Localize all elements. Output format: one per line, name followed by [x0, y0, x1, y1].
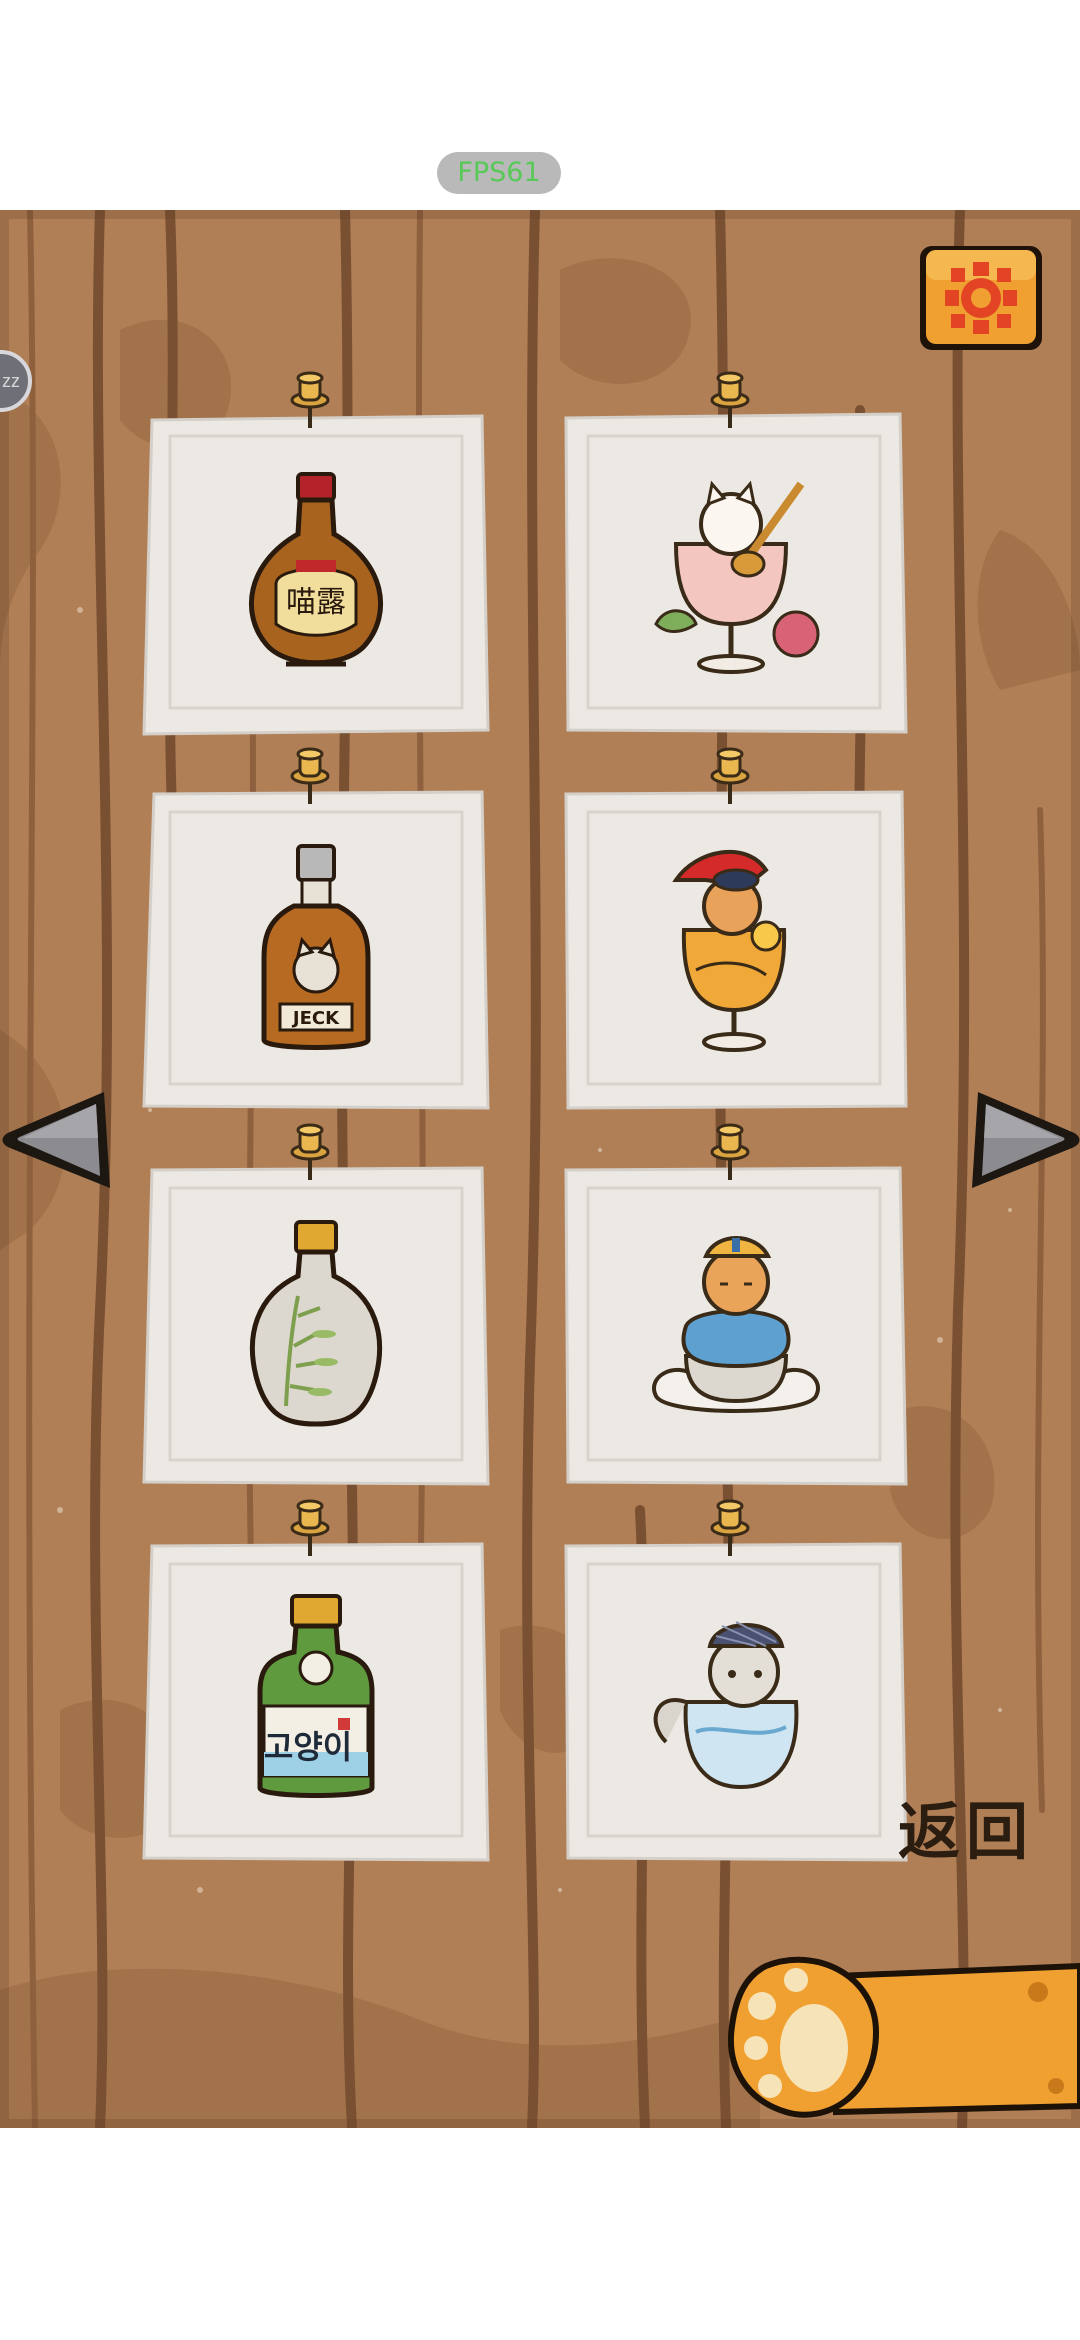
- collection-card[interactable]: 고양이: [138, 1499, 494, 1866]
- pushpin-icon: [290, 1499, 330, 1556]
- green-soju-bottle-icon: 고양이: [257, 1594, 375, 1798]
- collection-card[interactable]: 喵露: [138, 371, 494, 738]
- bottle-label: JECK: [291, 1008, 340, 1029]
- back-button-text: 返回: [898, 1795, 1035, 1868]
- pushpin-icon: [290, 747, 330, 804]
- bamboo-porcelain-bottle-icon: [249, 1220, 383, 1427]
- collection-card[interactable]: [138, 1123, 494, 1490]
- pushpin-icon: [710, 1499, 750, 1556]
- bottle-label: 고양이: [264, 1728, 352, 1766]
- pushpin-icon: [710, 371, 750, 428]
- back-button[interactable]: [726, 1936, 1080, 2128]
- collection-card[interactable]: [558, 747, 914, 1114]
- pushpin-icon: [710, 1123, 750, 1180]
- fps-counter: FPS61: [437, 152, 561, 194]
- sun-gear-icon[interactable]: [916, 242, 1046, 354]
- collection-card[interactable]: [558, 1499, 914, 1866]
- cat-with-red-hat-in-orange-cocktail-icon: [672, 849, 787, 1052]
- amber-liquor-bottle-icon: 喵露: [248, 472, 384, 667]
- triangle-left-arrow-icon[interactable]: [0, 1080, 120, 1200]
- collection-card[interactable]: [558, 371, 914, 738]
- pushpin-icon: [290, 1123, 330, 1180]
- pushpin-icon: [290, 371, 330, 428]
- collection-card[interactable]: [558, 1123, 914, 1490]
- pushpin-icon: [710, 747, 750, 804]
- cat-paw-icon: [728, 1956, 880, 2118]
- cat-with-checkered-hat-in-cup-icon: [653, 1621, 799, 1790]
- cat-with-guitar-in-glass-icon: [654, 480, 820, 674]
- triangle-right-arrow-icon[interactable]: [962, 1080, 1080, 1200]
- cat-in-teacup-on-cloud-icon: [652, 1236, 820, 1413]
- cat-label-whiskey-bottle-icon: JECK: [261, 844, 371, 1050]
- bottle-label: 喵露: [286, 585, 346, 620]
- collection-card[interactable]: JECK: [138, 747, 494, 1114]
